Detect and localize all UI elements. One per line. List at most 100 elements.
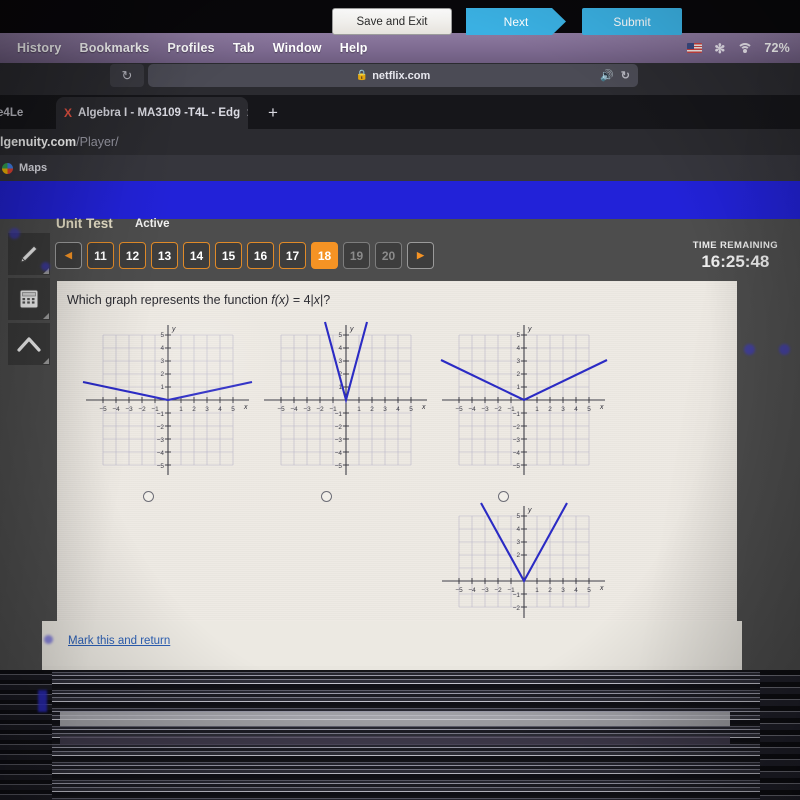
- svg-text:4: 4: [516, 526, 520, 533]
- mark-this-and-return-link[interactable]: Mark this and return: [68, 635, 170, 647]
- calculator-tool[interactable]: [8, 278, 50, 320]
- pager-page-13[interactable]: 13: [151, 242, 178, 269]
- reload-icon[interactable]: ↻: [110, 64, 144, 87]
- menu-item-history[interactable]: History: [8, 41, 70, 55]
- wifi-icon[interactable]: [737, 42, 754, 54]
- pager-next-button[interactable]: ▶: [407, 242, 434, 269]
- next-button[interactable]: Next: [466, 8, 566, 35]
- x-axis-label-c: x: [599, 404, 604, 411]
- unit-title: Unit Test: [56, 216, 113, 231]
- svg-text:−5: −5: [513, 463, 521, 470]
- url-bar[interactable]: 🔒 netflix.com 🔊 ↻: [148, 64, 638, 87]
- svg-text:1: 1: [516, 384, 520, 391]
- question-pager: ◀ 11 12 13 14 15 16 17 18 19 20 ▶: [55, 242, 434, 269]
- app-header-bar: [0, 181, 800, 219]
- status-badge: Active: [135, 218, 170, 230]
- address-domain: lgenuity.com: [0, 135, 77, 149]
- svg-text:2: 2: [370, 406, 374, 413]
- close-icon[interactable]: ✕: [246, 106, 248, 120]
- svg-text:−5: −5: [157, 463, 165, 470]
- browser-tab-active[interactable]: X Algebra I - MA3109 -T4L - Edg ✕: [56, 97, 248, 129]
- menu-bar-status-icons: ✻ 72%: [687, 41, 800, 55]
- pager-prev-button[interactable]: ◀: [55, 242, 82, 269]
- glitch-scanlines: [0, 670, 800, 800]
- prompt-end: |?: [320, 293, 331, 307]
- svg-text:2: 2: [548, 406, 552, 413]
- svg-text:−4: −4: [335, 450, 343, 457]
- bookmarks-bar: Maps: [0, 155, 800, 181]
- url-bar-right-icons: 🔊 ↻: [600, 69, 630, 82]
- menu-item-profiles[interactable]: Profiles: [158, 41, 223, 55]
- calculator-icon: [19, 289, 39, 309]
- svg-text:−4: −4: [468, 587, 476, 594]
- pager-page-18-current[interactable]: 18: [311, 242, 338, 269]
- graph-choice-d: −5 −4 −3 −2 −1 123 45 543 2 −1−2 x y: [442, 502, 605, 618]
- save-and-exit-button[interactable]: Save and Exit: [332, 8, 452, 35]
- new-tab-button[interactable]: +: [268, 103, 278, 123]
- svg-text:1: 1: [535, 587, 539, 594]
- prompt-fx: f(x): [271, 293, 290, 307]
- flag-icon[interactable]: [687, 43, 703, 53]
- tab-title: Algebra I - MA3109 -T4L - Edg: [78, 107, 241, 119]
- pager-page-19-locked: 19: [343, 242, 370, 269]
- pencil-icon: [20, 245, 38, 263]
- radio-choice-b[interactable]: [321, 491, 332, 502]
- url-text: netflix.com: [372, 69, 431, 82]
- prompt-eq: = 4|: [289, 293, 314, 307]
- menu-item-window[interactable]: Window: [264, 41, 331, 55]
- glitch-right-column: [760, 670, 800, 800]
- address-bar[interactable]: lgenuity.com /Player/: [0, 129, 800, 155]
- menu-item-bookmarks[interactable]: Bookmarks: [70, 41, 158, 55]
- x-tick-labels-d: −5 −4 −3 −2 −1 123 45: [455, 587, 591, 594]
- arrow-up-tool[interactable]: [8, 323, 50, 365]
- timer-label: TIME REMAINING: [692, 240, 778, 251]
- arrow-up-icon: [17, 337, 41, 352]
- speaker-icon[interactable]: 🔊: [600, 69, 614, 82]
- svg-text:−4: −4: [157, 450, 165, 457]
- svg-text:2: 2: [516, 371, 520, 378]
- svg-text:5: 5: [587, 587, 591, 594]
- action-bar: Mark this and return: [42, 621, 742, 666]
- photo-of-laptop-screen: History Bookmarks Profiles Tab Window He…: [0, 0, 800, 800]
- timer: TIME REMAINING 16:25:48: [693, 240, 778, 272]
- pager-page-17[interactable]: 17: [279, 242, 306, 269]
- svg-text:−5: −5: [335, 463, 343, 470]
- screen-glitch-artifact: [0, 670, 800, 800]
- svg-text:1: 1: [357, 406, 361, 413]
- svg-text:3: 3: [383, 406, 387, 413]
- svg-text:−2: −2: [494, 587, 502, 594]
- svg-text:3: 3: [561, 406, 565, 413]
- svg-text:5: 5: [409, 406, 413, 413]
- pager-page-16[interactable]: 16: [247, 242, 274, 269]
- screen-blemish-dot: [779, 344, 790, 355]
- svg-text:3: 3: [338, 358, 342, 365]
- svg-text:−5: −5: [277, 406, 285, 413]
- x-tick-labels-b: −5 −4 −3 −2 −1 123 45: [277, 406, 413, 413]
- radio-choice-a[interactable]: [143, 491, 154, 502]
- menu-item-tab[interactable]: Tab: [224, 41, 264, 55]
- pager-page-11[interactable]: 11: [87, 242, 114, 269]
- svg-text:5: 5: [516, 513, 520, 520]
- pager-page-12[interactable]: 12: [119, 242, 146, 269]
- svg-text:−3: −3: [157, 437, 165, 444]
- answer-choice-c[interactable]: −5 −4 −3 −2 −1 123 45 543 21 −1 −2 −3 −4 −5 x …: [437, 317, 612, 482]
- y-axis-label-d: y: [527, 507, 532, 514]
- svg-text:−5: −5: [455, 587, 463, 594]
- answer-choice-d[interactable]: −5 −4 −3 −2 −1 123 45 543 2 −1 −2 x y: [437, 498, 612, 621]
- maps-icon: [2, 162, 13, 174]
- bluetooth-icon[interactable]: ✻: [713, 42, 726, 55]
- svg-text:4: 4: [516, 345, 520, 352]
- svg-text:−2: −2: [513, 605, 521, 612]
- menu-item-help[interactable]: Help: [331, 41, 377, 55]
- submit-button[interactable]: Submit: [582, 8, 682, 35]
- pager-page-20-locked: 20: [375, 242, 402, 269]
- pager-page-15[interactable]: 15: [215, 242, 242, 269]
- screen-blemish-dot: [44, 635, 53, 644]
- bookmark-maps[interactable]: Maps: [19, 162, 47, 174]
- y-tick-labels-b: 543 21 −1−2−3 −4−5: [335, 332, 343, 470]
- svg-text:−2: −2: [157, 424, 165, 431]
- pager-page-14[interactable]: 14: [183, 242, 210, 269]
- svg-text:−3: −3: [303, 406, 311, 413]
- refresh-icon[interactable]: ↻: [621, 69, 630, 82]
- svg-text:−2: −2: [513, 424, 521, 431]
